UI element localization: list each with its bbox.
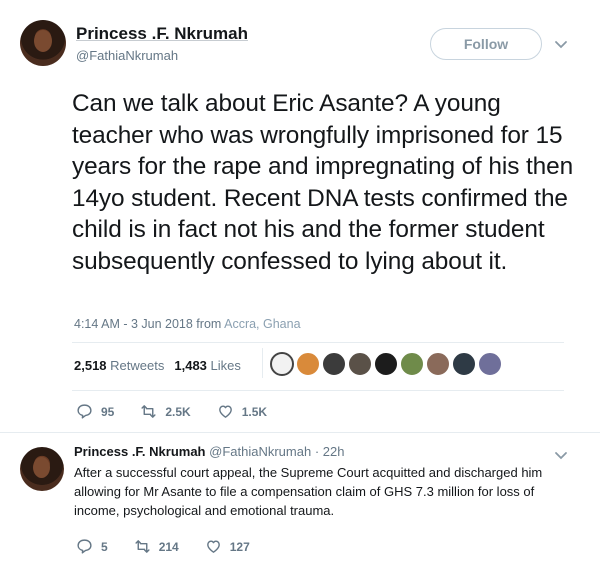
author-name[interactable]: Princess .F. Nkrumah — [76, 24, 248, 44]
like-count: 127 — [229, 539, 250, 554]
divider — [72, 342, 564, 343]
chevron-down-icon[interactable] — [553, 36, 569, 52]
tweet-time: 4:14 AM - 3 Jun 2018 from — [74, 317, 222, 331]
likes-count: 1,483 — [174, 358, 207, 373]
avatar[interactable] — [348, 352, 372, 376]
retweets-stat[interactable]: 2,518 Retweets — [74, 358, 164, 373]
tweet-actions: 95 2.5K 1.5K — [76, 403, 293, 420]
avatar[interactable] — [426, 352, 450, 376]
reply-icon — [77, 404, 92, 419]
reply-count: 95 — [101, 404, 115, 419]
heart-icon — [206, 540, 220, 553]
retweet-button[interactable]: 2.5K — [140, 403, 191, 420]
reply-author-avatar[interactable] — [20, 447, 64, 491]
reply-header: Princess .F. Nkrumah @FathiaNkrumah · 22… — [74, 444, 344, 459]
like-button[interactable]: 127 — [205, 538, 250, 555]
retweet-icon — [141, 405, 156, 418]
avatar[interactable] — [270, 352, 294, 376]
avatar[interactable] — [400, 352, 424, 376]
retweets-count: 2,518 — [74, 358, 107, 373]
liker-avatars — [270, 352, 502, 376]
reply-count: 5 — [101, 539, 108, 554]
tweet-timestamp[interactable]: 4:14 AM - 3 Jun 2018 from Accra, Ghana — [74, 317, 301, 331]
engagement-stats: 2,518 Retweets 1,483 Likes — [74, 358, 241, 373]
likes-stat[interactable]: 1,483 Likes — [174, 358, 241, 373]
likes-label: Likes — [210, 358, 241, 373]
retweets-label: Retweets — [110, 358, 165, 373]
avatar[interactable] — [296, 352, 320, 376]
retweet-icon — [135, 540, 150, 553]
reply-author-name[interactable]: Princess .F. Nkrumah — [74, 444, 206, 459]
author-avatar[interactable] — [20, 20, 66, 66]
follow-button[interactable]: Follow — [430, 28, 542, 60]
chevron-down-icon[interactable] — [553, 447, 569, 463]
tweet-text: Can we talk about Eric Asante? A young t… — [72, 90, 574, 275]
avatar[interactable] — [374, 352, 398, 376]
reply-author-handle[interactable]: @FathiaNkrumah — [209, 444, 311, 459]
stats-separator — [262, 348, 263, 378]
like-count: 1.5K — [241, 404, 268, 419]
retweet-button[interactable]: 214 — [134, 538, 179, 555]
like-button[interactable]: 1.5K — [217, 403, 267, 420]
reply-actions: 5 214 127 — [76, 538, 276, 555]
tweet-location[interactable]: Accra, Ghana — [224, 317, 300, 331]
retweet-count: 2.5K — [165, 404, 191, 419]
reply-text: After a successful court appeal, the Sup… — [74, 465, 543, 518]
divider — [72, 390, 564, 391]
author-handle[interactable]: @FathiaNkrumah — [76, 48, 178, 63]
avatar[interactable] — [478, 352, 502, 376]
divider — [0, 432, 600, 433]
reply-button[interactable]: 5 — [76, 538, 108, 555]
reply-button[interactable]: 95 — [76, 403, 114, 420]
reply-time[interactable]: · 22h — [315, 444, 345, 459]
avatar[interactable] — [322, 352, 346, 376]
retweet-count: 214 — [158, 539, 179, 554]
reply-icon — [77, 539, 92, 554]
avatar[interactable] — [452, 352, 476, 376]
heart-icon — [218, 405, 232, 418]
